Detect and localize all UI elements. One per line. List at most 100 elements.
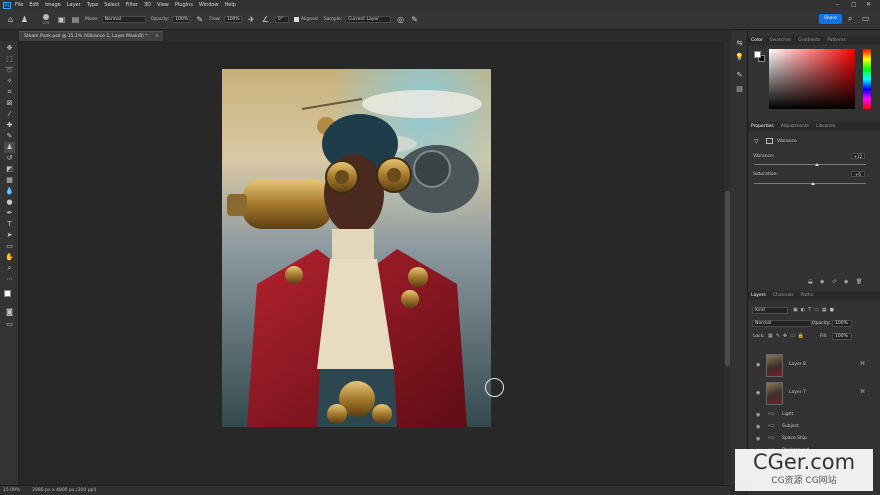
screen-mode-icon[interactable]: ▭ <box>4 319 15 330</box>
flow-field[interactable]: 100% <box>223 16 242 23</box>
menu-filter[interactable]: Filter <box>126 2 138 8</box>
menu-layer[interactable]: Layer <box>67 2 81 8</box>
pen-tool-icon[interactable]: ✒ <box>4 208 15 219</box>
visibility-eye-icon[interactable]: ◉ <box>756 390 760 396</box>
menu-view[interactable]: View <box>157 2 169 8</box>
close-window-icon[interactable]: ✕ <box>866 1 871 8</box>
quick-mask-icon[interactable]: ◙ <box>4 307 15 318</box>
document-canvas-image[interactable] <box>222 69 491 427</box>
saturation-slider[interactable] <box>754 183 866 184</box>
mode-select[interactable]: Normal <box>101 16 146 23</box>
brush-preset-picker[interactable]: 275 <box>39 13 53 26</box>
healing-brush-tool-icon[interactable]: ✚ <box>4 120 15 131</box>
rectangle-tool-icon[interactable]: ▭ <box>4 241 15 252</box>
visibility-eye-icon[interactable]: ◉ <box>756 362 760 368</box>
brushes-icon[interactable]: ✎ <box>735 71 744 80</box>
zoom-tool-icon[interactable]: ⌕ <box>4 263 15 274</box>
vibrance-slider-knob[interactable] <box>814 163 819 166</box>
clone-source-icon[interactable]: ▤ <box>71 15 80 24</box>
vibrance-value[interactable]: +12 <box>851 153 865 159</box>
tab-channels[interactable]: Channels <box>773 293 794 298</box>
brush-tool-icon[interactable]: ✎ <box>4 131 15 142</box>
dodge-tool-icon[interactable]: ● <box>4 197 15 208</box>
marquee-tool-icon[interactable]: ⬚ <box>4 54 15 65</box>
menu-window[interactable]: Window <box>199 2 219 8</box>
layer-row-layer-8[interactable]: ◉ Layer 8 ⌘ <box>756 353 872 381</box>
angle-field[interactable]: 0° <box>274 16 289 23</box>
pressure-opacity-icon[interactable]: ✎ <box>195 15 204 24</box>
layer-row-subject[interactable]: ◉ ›▭ Subject <box>756 421 872 433</box>
saturation-value[interactable]: +6 <box>851 171 865 177</box>
layer-row-layer-7[interactable]: ◉ Layer 7 ⌘ <box>756 381 872 409</box>
layer-opacity-field[interactable]: 100% <box>832 320 852 327</box>
aligned-checkbox[interactable] <box>293 17 299 22</box>
frame-tool-icon[interactable]: ⊠ <box>4 98 15 109</box>
maximize-icon[interactable]: ▢ <box>851 1 857 8</box>
menu-help[interactable]: Help <box>225 2 236 8</box>
history-brush-tool-icon[interactable]: ↺ <box>4 153 15 164</box>
home-icon[interactable]: ⌂ <box>6 15 15 24</box>
tab-properties[interactable]: Properties <box>751 124 774 129</box>
minimize-icon[interactable]: – <box>836 1 839 8</box>
gradient-tool-icon[interactable]: ▦ <box>4 175 15 186</box>
tab-color[interactable]: Color <box>751 38 763 43</box>
saturation-slider-knob[interactable] <box>811 182 816 185</box>
hand-tool-icon[interactable]: ✋ <box>4 252 15 263</box>
blur-tool-icon[interactable]: 💧 <box>4 186 15 197</box>
lasso-tool-icon[interactable]: ➰ <box>4 65 15 76</box>
history-icon[interactable]: ⇆ <box>735 39 744 48</box>
panel-foreground-swatch[interactable] <box>754 51 761 58</box>
layer-blend-mode[interactable]: Normal <box>752 320 812 327</box>
eraser-tool-icon[interactable]: ◩ <box>4 164 15 175</box>
learn-icon[interactable]: 💡 <box>735 53 744 62</box>
tab-gradients[interactable]: Gradients <box>798 38 820 43</box>
brush-settings-icon[interactable]: ▣ <box>57 15 66 24</box>
reset-icon[interactable]: ↺ <box>832 279 836 285</box>
visibility-icon[interactable]: ◉ <box>844 279 848 285</box>
zoom-level[interactable]: 15.09% <box>3 488 20 493</box>
tab-libraries[interactable]: Libraries <box>816 124 835 129</box>
clip-to-layer-icon[interactable]: ⬓ <box>808 279 813 285</box>
view-previous-icon[interactable]: ◉ <box>820 279 824 285</box>
airbrush-icon[interactable]: ✈ <box>247 15 256 24</box>
menu-file[interactable]: File <box>15 2 23 8</box>
more-tools-icon[interactable]: ⋯ <box>4 274 15 285</box>
hue-slider[interactable] <box>863 49 871 109</box>
opacity-field[interactable]: 100% <box>172 16 191 23</box>
tab-patterns[interactable]: Patterns <box>827 38 846 43</box>
ignore-adjustment-layers-icon[interactable]: ◎ <box>396 15 405 24</box>
workspace-icon[interactable]: ▭ <box>862 14 870 23</box>
type-tool-icon[interactable]: T <box>4 219 15 230</box>
layer-filter-kind[interactable]: Kind <box>752 307 788 314</box>
crop-tool-icon[interactable]: ⌗ <box>4 87 15 98</box>
foreground-color-swatch[interactable] <box>4 290 11 297</box>
color-picker-field[interactable] <box>769 49 855 109</box>
layer-filter-icons[interactable]: ▣◐T▭▦● <box>793 307 837 313</box>
layer-mask-icon[interactable] <box>766 138 773 144</box>
quick-selection-tool-icon[interactable]: ✧ <box>4 76 15 87</box>
menu-plugins[interactable]: Plugins <box>175 2 193 8</box>
delete-adjustment-icon[interactable]: 🗑 <box>856 279 862 285</box>
layer-options-icon[interactable]: ⌘ <box>860 389 865 395</box>
pressure-size-icon[interactable]: ✎ <box>410 15 419 24</box>
search-icon[interactable]: ⌕ <box>848 14 852 24</box>
sample-select[interactable]: Current Layer <box>345 16 392 23</box>
tab-swatches[interactable]: Swatches <box>770 38 792 43</box>
menu-type[interactable]: Type <box>87 2 98 8</box>
menu-image[interactable]: Image <box>45 2 61 8</box>
visibility-eye-icon[interactable]: ◉ <box>756 436 760 442</box>
tab-layers[interactable]: Layers <box>751 293 766 298</box>
menu-select[interactable]: Select <box>104 2 119 8</box>
document-tab[interactable]: Steam Punk.psd @ 15.1% (Vibrance 1, Laye… <box>19 31 163 41</box>
scrollbar-thumb[interactable] <box>725 191 730 366</box>
lock-icons[interactable]: ▦✎✥▭🔒 <box>768 333 807 339</box>
eyedropper-tool-icon[interactable]: ⁄ <box>4 109 15 120</box>
layer-options-icon[interactable]: ⌘ <box>860 361 865 367</box>
clone-stamp-tool-icon[interactable]: ♟ <box>20 15 29 24</box>
move-tool-icon[interactable]: ✥ <box>4 43 15 54</box>
clone-source-panel-icon[interactable]: ▤ <box>735 85 744 94</box>
menu-3d[interactable]: 3D <box>144 2 151 8</box>
layer-row-light[interactable]: ◉ ›▭ Light <box>756 409 872 421</box>
vertical-scrollbar[interactable] <box>724 41 731 485</box>
menu-edit[interactable]: Edit <box>29 2 39 8</box>
